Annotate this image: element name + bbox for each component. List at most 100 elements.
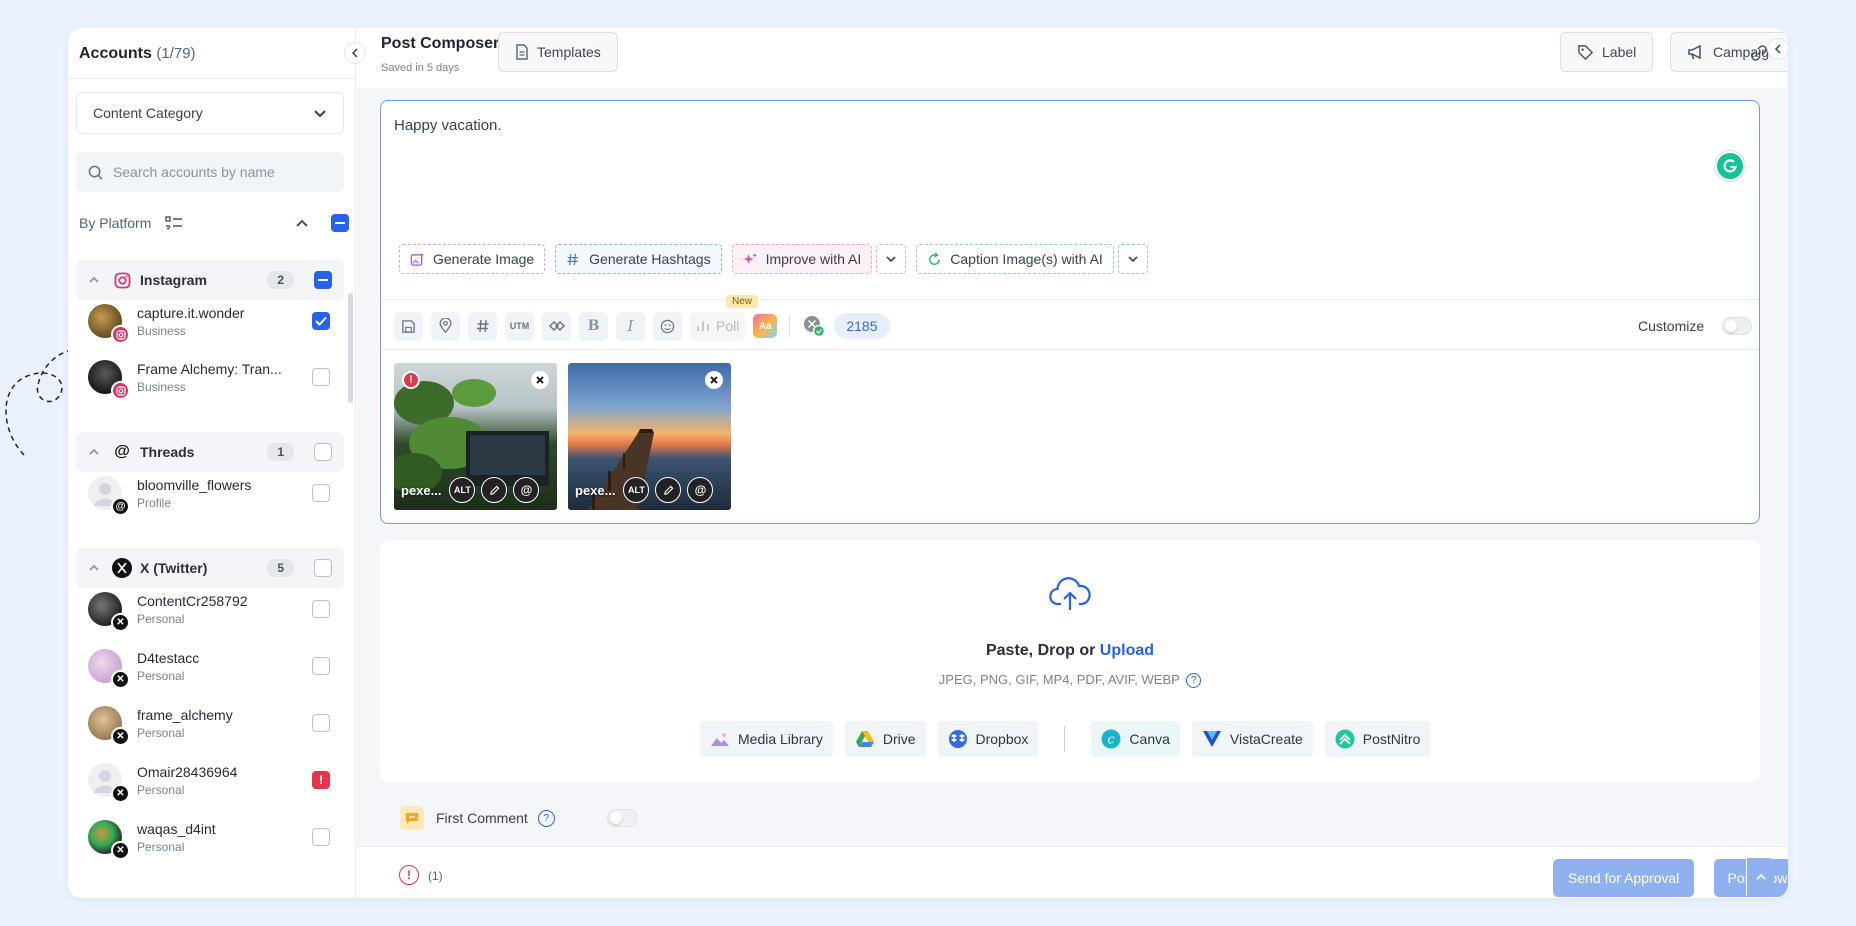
templates-button[interactable]: Templates [498, 32, 618, 72]
account-row[interactable]: ✕ ContentCr258792 Personal [76, 582, 344, 636]
font-style-button[interactable]: Aa [753, 314, 778, 338]
search-input[interactable] [112, 164, 332, 180]
media-thumbnail[interactable]: pexe... ALT @ [568, 363, 731, 510]
warning-icon[interactable]: ! [402, 371, 420, 389]
drive-button[interactable]: Drive [844, 721, 926, 757]
avatar [88, 304, 130, 344]
instagram-badge-icon [111, 381, 130, 400]
account-type: Personal [137, 611, 185, 626]
account-row[interactable]: ✕ waqas_d4int Personal [76, 810, 344, 864]
post-composer: Post Composer Saved in 5 days Templates … [357, 28, 1788, 898]
x-badge-icon: ✕ [111, 613, 130, 632]
warning-icon[interactable]: ! [399, 865, 419, 885]
alt-text-button[interactable]: ALT [449, 477, 476, 503]
remove-media-button[interactable] [531, 371, 549, 389]
warning-count: (1) [428, 869, 443, 883]
caption-images-button[interactable]: Caption Image(s) with AI [916, 244, 1114, 274]
group-checkbox[interactable] [314, 271, 332, 289]
content-category-value: Content Category [93, 105, 203, 121]
media-upload-area[interactable]: Paste, Drop or Upload JPEG, PNG, GIF, MP… [380, 540, 1760, 782]
character-count: 2185 [834, 313, 890, 339]
help-icon[interactable]: ? [537, 809, 555, 827]
account-checkbox[interactable] [312, 600, 330, 618]
generate-image-button[interactable]: Generate Image [399, 244, 546, 274]
post-text[interactable]: Happy vacation. [394, 117, 502, 134]
mention-at-icon[interactable]: @ [687, 477, 714, 503]
save-icon[interactable] [394, 311, 423, 341]
post-editor[interactable]: Happy vacation. Generate Image Generate … [380, 100, 1760, 524]
label-button[interactable]: Label [1560, 32, 1654, 72]
account-row[interactable]: ✕ D4testacc Personal [76, 639, 344, 693]
account-row[interactable]: capture.it.wonder Business [76, 294, 344, 348]
italic-icon[interactable]: I [616, 311, 645, 341]
threads-badge-icon: @ [111, 497, 130, 516]
x-twitter-icon [112, 558, 132, 578]
sidebar-collapse-button[interactable] [344, 42, 366, 64]
remove-media-button[interactable] [705, 371, 723, 389]
location-pin-icon[interactable] [431, 311, 460, 341]
account-row[interactable]: @ bloomville_flowers Profile [76, 466, 344, 520]
caption-images-dropdown[interactable] [1117, 244, 1148, 274]
help-icon[interactable]: ? [1186, 673, 1202, 689]
first-comment-toggle[interactable] [606, 809, 637, 827]
account-checkbox[interactable] [312, 828, 330, 846]
poll-button[interactable]: New Poll [690, 294, 759, 341]
account-checkbox[interactable] [312, 714, 330, 732]
avatar [88, 360, 130, 400]
hashtag-icon[interactable] [468, 311, 497, 341]
canva-button[interactable]: c Canva [1091, 721, 1180, 757]
dropbox-label: Dropbox [975, 731, 1029, 747]
list-filter-icon[interactable] [165, 215, 183, 231]
postnitro-button[interactable]: PostNitro [1324, 721, 1431, 757]
account-row[interactable]: Frame Alchemy: Tran... Business [76, 350, 344, 404]
bold-icon[interactable]: B [579, 311, 608, 341]
account-row[interactable]: ✕ Omair28436964 Personal ! [76, 753, 344, 807]
customize-toggle[interactable] [1722, 317, 1753, 335]
vistacreate-button[interactable]: VistaCreate [1191, 721, 1313, 757]
media-library-icon [711, 733, 729, 746]
composer-footer: ! (1) Send for Approval Post Now [357, 846, 1788, 898]
mention-at-icon[interactable]: @ [513, 477, 540, 503]
x-preview-icon[interactable] [802, 314, 826, 338]
edit-pencil-icon[interactable] [481, 477, 508, 503]
page-title: Post Composer [381, 35, 500, 52]
instagram-icon [112, 270, 132, 290]
chevron-up-icon[interactable] [295, 216, 309, 230]
select-all-checkbox[interactable] [331, 214, 349, 232]
divider [381, 299, 1759, 300]
generate-hashtags-button[interactable]: Generate Hashtags [555, 244, 722, 274]
divider [789, 315, 791, 337]
emoji-icon[interactable] [653, 311, 682, 341]
content-category-select[interactable]: Content Category [76, 92, 344, 134]
account-error-icon[interactable]: ! [312, 771, 330, 789]
utm-button[interactable]: UTM [505, 311, 534, 341]
edit-pencil-icon[interactable] [655, 477, 682, 503]
right-panel-toggle[interactable] [1767, 38, 1788, 60]
save-status: Saved in 5 days [381, 62, 460, 74]
dropbox-button[interactable]: Dropbox [937, 721, 1039, 757]
post-options-dropdown[interactable] [1746, 858, 1774, 896]
poll-label: Poll [716, 318, 740, 334]
upload-link[interactable]: Upload [1100, 642, 1154, 659]
account-checkbox[interactable] [312, 484, 330, 502]
media-thumbnail[interactable]: ! pexe... ALT @ [394, 363, 557, 510]
alt-text-button[interactable]: ALT [623, 477, 650, 503]
cloud-upload-icon [1049, 577, 1091, 610]
templates-label: Templates [537, 44, 601, 60]
link-shortener-icon[interactable] [542, 311, 571, 341]
sidebar-scrollbar[interactable] [348, 293, 353, 403]
account-checkbox[interactable] [312, 657, 330, 675]
improve-ai-button[interactable]: Improve with AI [731, 244, 873, 274]
account-checkbox[interactable] [312, 368, 330, 386]
account-name: Frame Alchemy: Tran... [137, 360, 282, 377]
account-row[interactable]: ✕ frame_alchemy Personal [76, 696, 344, 750]
improve-ai-dropdown[interactable] [876, 244, 907, 274]
media-library-button[interactable]: Media Library [700, 721, 833, 757]
group-checkbox[interactable] [314, 443, 332, 461]
send-for-approval-button[interactable]: Send for Approval [1553, 859, 1695, 897]
postnitro-label: PostNitro [1362, 731, 1421, 747]
account-checkbox[interactable] [312, 312, 330, 330]
grammarly-icon[interactable] [1715, 151, 1745, 181]
group-checkbox[interactable] [314, 559, 332, 577]
group-name: Threads [140, 444, 195, 460]
